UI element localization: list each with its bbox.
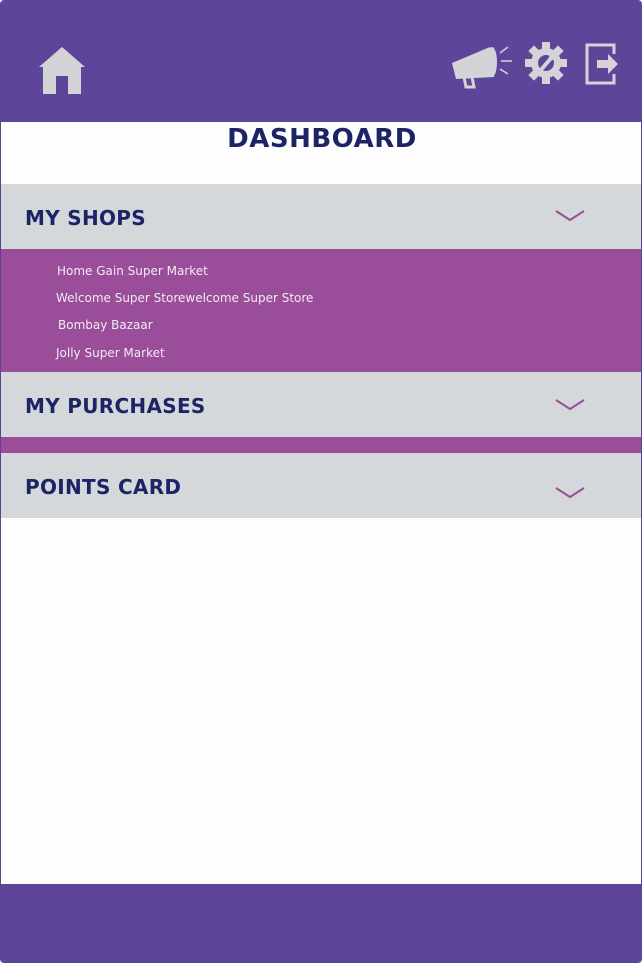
gear-icon[interactable] [523, 40, 569, 86]
purchases-list [1, 437, 641, 453]
megaphone-icon[interactable] [450, 43, 516, 89]
my-purchases-label: MY PURCHASES [25, 394, 206, 418]
shop-item[interactable]: Bombay Bazaar [58, 318, 153, 332]
chevron-down-icon[interactable] [554, 398, 586, 412]
my-shops-label: MY SHOPS [25, 206, 146, 230]
shops-list: Home Gain Super Market Welcome Super Sto… [1, 249, 641, 372]
shop-item[interactable]: Welcome Super Storewelcome Super Store [56, 291, 313, 305]
points-card-header[interactable]: POINTS CARD [1, 453, 641, 518]
my-shops-header[interactable]: MY SHOPS [1, 184, 641, 249]
bottom-bar [1, 884, 641, 962]
app-frame: DASHBOARD MY SHOPS Home Gain Super Marke… [0, 0, 642, 963]
top-bar [1, 1, 641, 122]
chevron-down-icon[interactable] [554, 209, 586, 223]
page-title: DASHBOARD [227, 124, 417, 154]
chevron-down-icon[interactable] [554, 486, 586, 500]
points-card-label: POINTS CARD [25, 475, 182, 499]
exit-icon[interactable] [584, 42, 620, 86]
my-purchases-header[interactable]: MY PURCHASES [1, 372, 641, 437]
shop-item[interactable]: Home Gain Super Market [57, 264, 208, 278]
home-icon[interactable] [37, 45, 87, 95]
shop-item[interactable]: Jolly Super Market [56, 346, 165, 360]
